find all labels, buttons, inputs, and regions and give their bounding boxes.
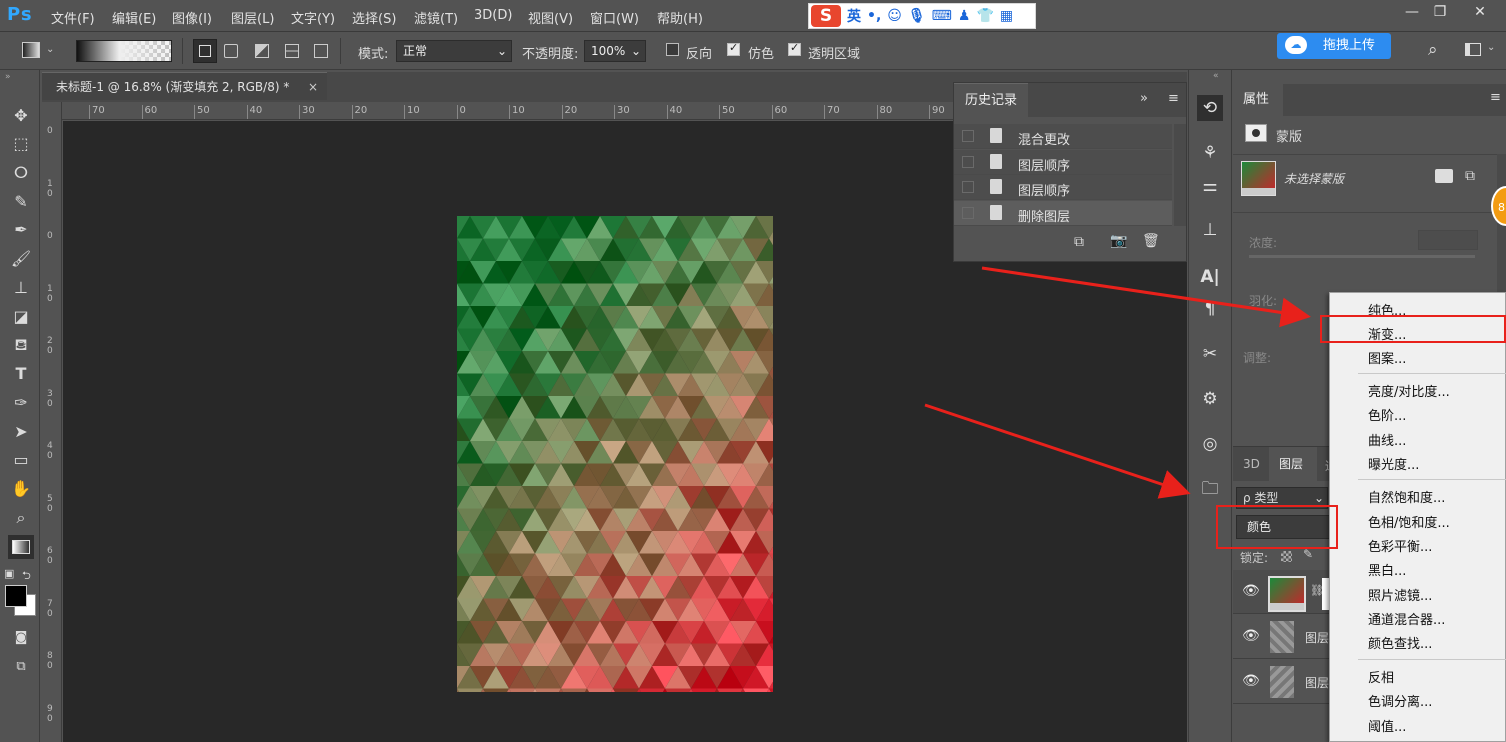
annotation-arrows xyxy=(924,266,1311,499)
arrow-to-blend-mode xyxy=(924,403,1191,499)
arrow-to-gradient xyxy=(981,266,1311,328)
